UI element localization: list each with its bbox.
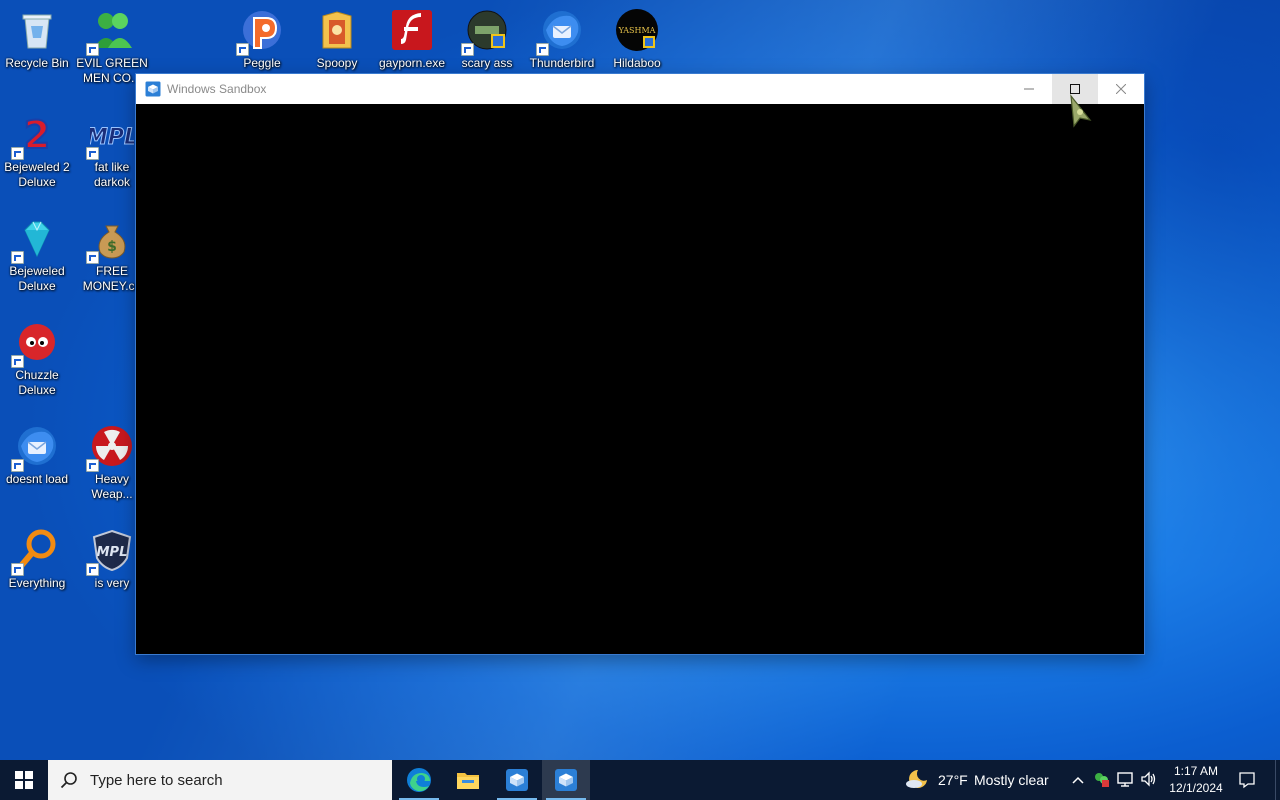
taskbar-sandbox-1[interactable] <box>493 760 541 800</box>
sandbox-app-icon <box>145 81 161 97</box>
folder-icon <box>315 8 359 52</box>
maximize-icon <box>1070 84 1080 94</box>
scary-icon <box>461 8 509 56</box>
desktop-icon-bejeweled-deluxe[interactable]: Bejeweled Deluxe <box>1 208 73 304</box>
weather-moon-cloud-icon <box>906 770 927 788</box>
search-box[interactable]: Type here to search <box>48 760 392 800</box>
action-center-button[interactable] <box>1234 768 1260 792</box>
desktop-icon-label: Everything <box>8 576 66 590</box>
sandbox-icon <box>506 769 528 791</box>
taskbar-edge[interactable] <box>395 760 443 800</box>
desktop-icon-label: Chuzzle Deluxe <box>15 368 59 397</box>
desktop-icon-label: Hildaboo <box>613 56 661 70</box>
desktop-icon-label: gayporn.exe <box>378 56 446 70</box>
svg-text:2: 2 <box>24 113 50 156</box>
peggle-icon <box>236 8 284 56</box>
desktop-icon-label: Bejeweled Deluxe <box>9 264 65 293</box>
tray-app-icon <box>1095 773 1109 787</box>
radiation-icon <box>86 424 134 472</box>
network-button[interactable] <box>1116 770 1138 790</box>
close-icon <box>1116 84 1126 94</box>
taskbar-file-explorer[interactable] <box>444 760 492 800</box>
notification-icon <box>1239 772 1255 789</box>
desktop-icon-label: scary ass <box>461 56 513 70</box>
money-bag-icon: $ <box>86 216 134 264</box>
desktop-icon-label: Spoopy <box>316 56 358 70</box>
file-explorer-icon <box>457 773 479 789</box>
taskbar: Type here to search 27°F Mostly clear 1:… <box>0 760 1280 800</box>
desktop-icon-everything[interactable]: Everything <box>1 520 73 616</box>
flash-icon <box>390 8 434 52</box>
mpl-icon: MPL <box>86 112 134 160</box>
weather-widget[interactable]: 27°F Mostly clear <box>900 760 1060 800</box>
desktop-icon-label: Thunderbird <box>529 56 595 70</box>
taskbar-sandbox-2[interactable] <box>542 760 590 800</box>
mouse-cursor-icon <box>1070 94 1092 128</box>
yashma-text: YASHMA <box>618 26 656 35</box>
desktop-icon-label: Bejeweled 2 Deluxe <box>4 160 70 189</box>
desktop-icon-recycle-bin[interactable]: Recycle Bin <box>1 0 73 96</box>
clock[interactable]: 1:17 AM 12/1/2024 <box>1160 763 1232 797</box>
minimize-icon <box>1024 88 1034 90</box>
search-icon <box>60 772 77 789</box>
svg-text:MPL: MPL <box>97 545 128 560</box>
sandbox-icon <box>555 769 577 791</box>
gem-icon <box>11 216 59 264</box>
show-desktop-button[interactable] <box>1275 760 1280 800</box>
yashma-icon: YASHMA <box>615 8 659 52</box>
desktop-icon-label: Recycle Bin <box>5 56 69 70</box>
magnifier-icon <box>11 528 59 576</box>
edge-icon <box>407 768 431 792</box>
desktop-icon-bejeweled-2[interactable]: 2 Bejeweled 2 Deluxe <box>1 104 73 200</box>
green-men-icon <box>86 8 134 56</box>
sandbox-window[interactable]: Windows Sandbox <box>136 74 1144 654</box>
close-button[interactable] <box>1098 74 1144 104</box>
bejeweled2-icon: 2 <box>11 112 59 160</box>
show-hidden-icons-button[interactable] <box>1068 770 1088 790</box>
thunderbird-icon <box>536 8 584 56</box>
window-titlebar[interactable]: Windows Sandbox <box>136 74 1144 104</box>
volume-button[interactable] <box>1140 770 1160 790</box>
search-placeholder: Type here to search <box>90 771 223 789</box>
recycle-bin-icon <box>15 8 59 52</box>
desktop-icon-doesnt-load[interactable]: doesnt load <box>1 416 73 512</box>
network-icon <box>1117 772 1133 787</box>
weather-temperature: 27°F <box>938 772 968 788</box>
thunderbird-icon <box>11 424 59 472</box>
clock-time: 1:17 AM <box>1173 764 1219 778</box>
svg-text:$: $ <box>107 239 117 255</box>
start-button[interactable] <box>0 760 48 800</box>
weather-description: Mostly clear <box>974 772 1049 788</box>
desktop-icon-label: doesnt load <box>5 472 69 486</box>
chevron-up-icon <box>1072 776 1084 784</box>
sandbox-content[interactable] <box>136 104 1144 654</box>
mpl-shield-icon: MPL <box>86 528 134 576</box>
window-title: Windows Sandbox <box>167 82 267 96</box>
windows-logo-icon <box>15 771 33 789</box>
chuzzle-icon <box>11 320 59 368</box>
desktop-icon-label: Peggle <box>243 56 281 70</box>
tray-app-button[interactable] <box>1092 770 1112 790</box>
clock-date: 12/1/2024 <box>1169 781 1223 795</box>
minimize-button[interactable] <box>1006 74 1052 104</box>
speaker-icon <box>1141 771 1156 787</box>
desktop-icon-chuzzle-deluxe[interactable]: Chuzzle Deluxe <box>1 312 73 408</box>
